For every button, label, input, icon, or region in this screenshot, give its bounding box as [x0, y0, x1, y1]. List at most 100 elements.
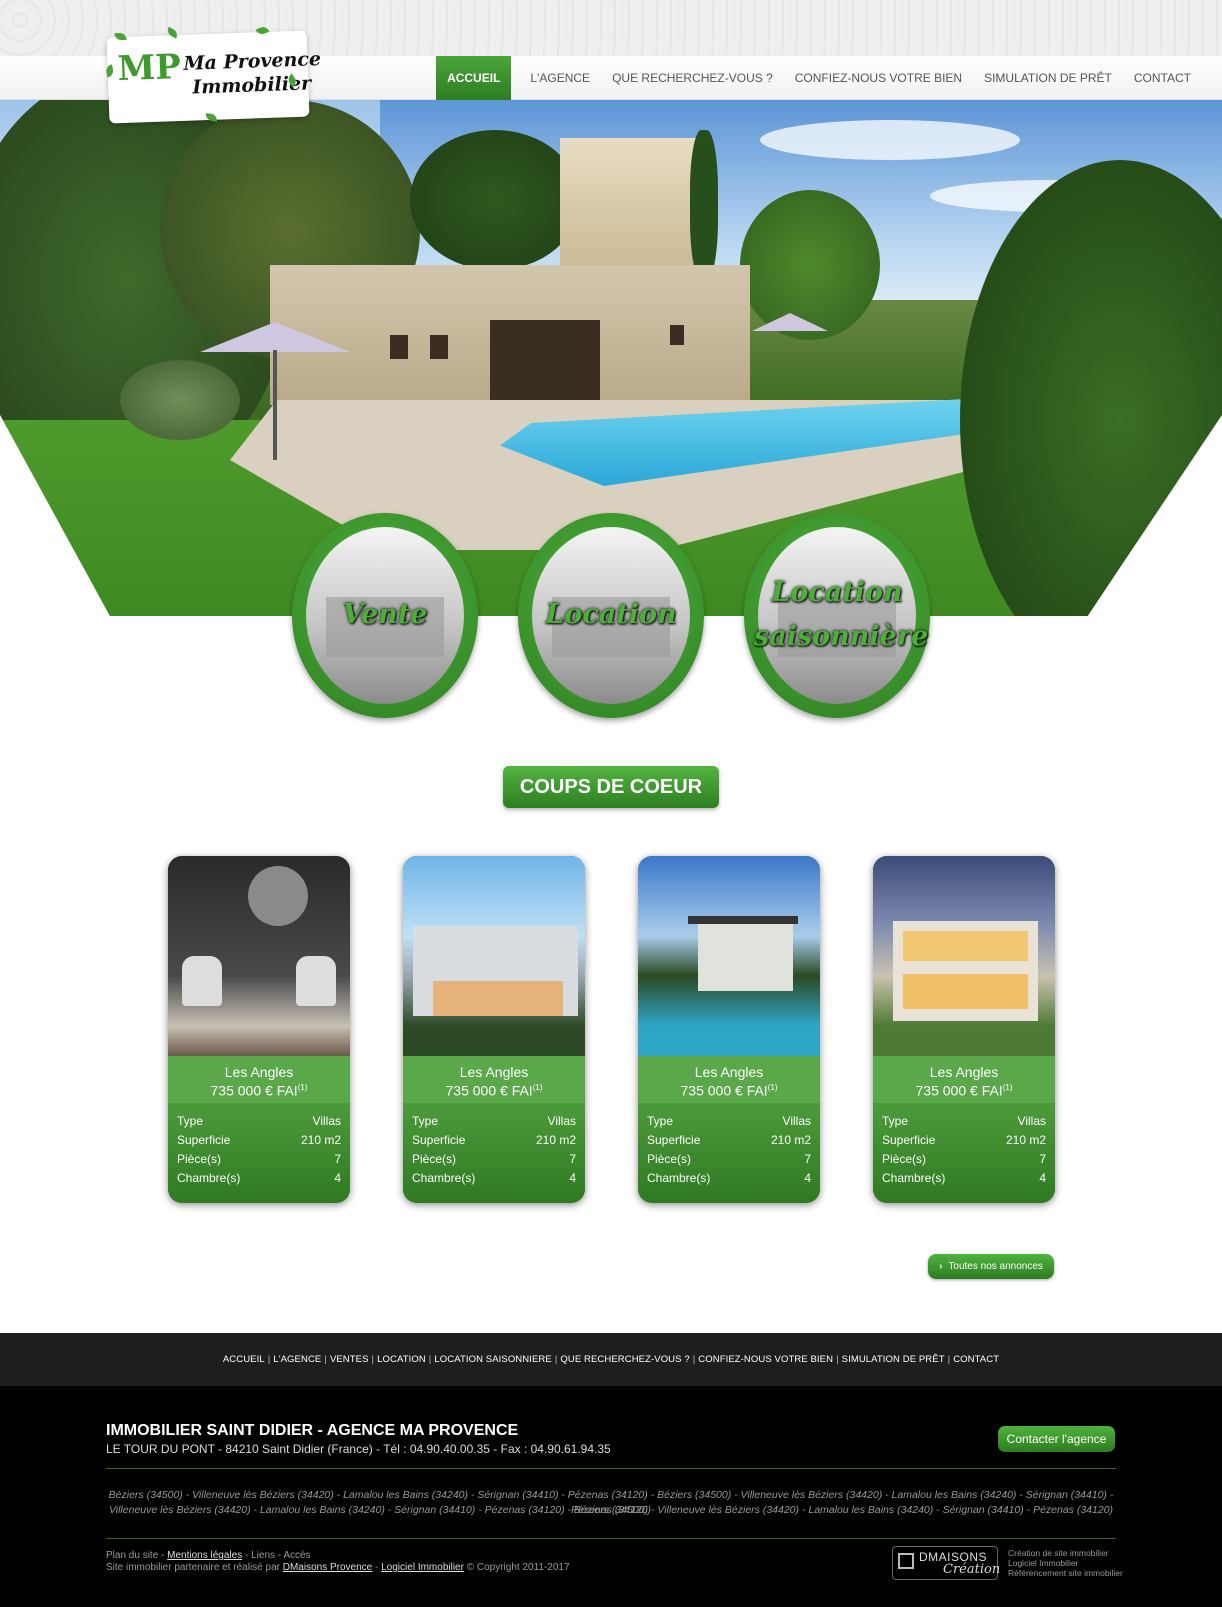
detail-surface: 210 m2: [535, 1133, 576, 1147]
badge-bottom: Création: [943, 1562, 1001, 1577]
detail-surface: 210 m2: [770, 1133, 811, 1147]
listing-card[interactable]: Les Angles 735 000 € FAI(1) Type Villas S…: [168, 856, 350, 1203]
category-vente[interactable]: Vente: [292, 513, 478, 718]
listing-price-block: Les Angles 735 000 € FAI(1): [638, 1056, 820, 1103]
dmaisons-badge[interactable]: DMAISONS Création: [892, 1546, 1001, 1580]
site-logo[interactable]: MP Ma Provence Immobilier: [105, 25, 321, 124]
listing-price-block: Les Angles 735 000 € FAI(1): [168, 1056, 350, 1103]
category-vente-label: Vente: [342, 599, 428, 630]
listing-details: Type Villas Superficie 210 m2 Pièce(s) 7 Ch…: [403, 1103, 585, 1203]
hero-cloud: [760, 120, 1020, 160]
footer-link-contact[interactable]: CONTACT: [953, 1354, 999, 1365]
detail-type: Villas: [547, 1114, 576, 1128]
agency-title: IMMOBILIER SAINT DIDIER - AGENCE MA PROV…: [106, 1422, 519, 1439]
plan-link[interactable]: Plan du site: [106, 1550, 158, 1561]
detail-label: Superficie: [882, 1133, 936, 1147]
leaf-icon: [105, 64, 115, 78]
hero-cypress: [690, 130, 718, 280]
detail-label: Type: [177, 1114, 204, 1128]
category-location-saisonniere[interactable]: Location saisonnière: [744, 513, 930, 718]
listing-city: Les Angles: [694, 1064, 764, 1080]
listing-price: 735 000 € FAI: [915, 1082, 1003, 1099]
nav-contact[interactable]: CONTACT: [1123, 56, 1202, 100]
footer-link-ventes[interactable]: VENTES: [330, 1354, 369, 1365]
hero-tree: [410, 130, 580, 270]
all-listings-label: Toutes nos annonces: [948, 1261, 1043, 1272]
liens-link[interactable]: Liens: [251, 1550, 275, 1561]
listing-image: [168, 856, 350, 1056]
detail-label: Type: [412, 1114, 439, 1128]
page: MP Ma Provence Immobilier ACCUEIL L'AGEN…: [0, 0, 1222, 1607]
main-nav: ACCUEIL L'AGENCE QUE RECHERCHEZ-VOUS ? C…: [436, 56, 1202, 100]
detail-label: Chambre(s): [177, 1171, 241, 1185]
listing-card[interactable]: Les Angles 735 000 € FAI(1) Type Villas S…: [873, 856, 1055, 1203]
acces-link[interactable]: Accès: [283, 1550, 310, 1561]
agency-address: LE TOUR DU PONT - 84210 Saint Didier (Fr…: [106, 1442, 611, 1456]
hero-shrub: [120, 360, 240, 440]
detail-rooms: 7: [334, 1152, 341, 1166]
listing-city: Les Angles: [224, 1064, 294, 1080]
detail-type: Villas: [1017, 1114, 1046, 1128]
listing-price: 735 000 € FAI: [210, 1082, 298, 1099]
mentions-link[interactable]: Mentions légales: [167, 1550, 242, 1561]
service-3: Référencement site immobilier: [1008, 1568, 1123, 1578]
footer-link-confiez[interactable]: CONFIEZ-NOUS VOTRE BIEN: [698, 1354, 833, 1365]
detail-bedrooms: 4: [569, 1171, 576, 1185]
logo-mark-icon: MP: [116, 46, 182, 90]
service-2: Logiciel Immobilier: [1008, 1558, 1079, 1568]
contact-agency-button[interactable]: Contacter l'agence: [998, 1426, 1115, 1452]
detail-label: Type: [882, 1114, 909, 1128]
detail-label: Chambre(s): [882, 1171, 946, 1185]
detail-label: Pièce(s): [177, 1152, 222, 1166]
hero-house: [270, 265, 750, 405]
service-1: Création de site immobilier: [1008, 1548, 1109, 1558]
category-saisonniere-label: Location saisonnière: [754, 577, 929, 652]
nav-recherche[interactable]: QUE RECHERCHEZ-VOUS ?: [601, 56, 784, 100]
detail-bedrooms: 4: [1039, 1171, 1046, 1185]
dmaisons-link[interactable]: DMaisons Provence: [283, 1562, 372, 1573]
hero-tree: [740, 190, 880, 340]
dmaisons-services: Création de site immobilier Logiciel Imm…: [1008, 1548, 1123, 1578]
chevron-right-icon: ›: [939, 1261, 943, 1272]
listing-image: [403, 856, 585, 1056]
footer-nav: ACCUEIL | L'AGENCE | VENTES | LOCATION | LOCATIO…: [0, 1333, 1222, 1386]
footer-link-recherche[interactable]: QUE RECHERCHEZ-VOUS ?: [560, 1354, 689, 1365]
listing-details: Type Villas Superficie 210 m2 Pièce(s) 7 Ch…: [873, 1103, 1055, 1203]
footer-link-agence[interactable]: L'AGENCE: [273, 1354, 321, 1365]
footer-link-accueil[interactable]: ACCUEIL: [223, 1354, 265, 1365]
listing-image: [873, 856, 1055, 1056]
all-listings-button[interactable]: › Toutes nos annonces: [928, 1254, 1054, 1279]
footer: IMMOBILIER SAINT DIDIER - AGENCE MA PROV…: [0, 1386, 1222, 1607]
listing-card[interactable]: Les Angles 735 000 € FAI(1) Type Villas S…: [638, 856, 820, 1203]
listing-card[interactable]: Les Angles 735 000 € FAI(1) Type Villas S…: [403, 856, 585, 1203]
nav-agence[interactable]: L'AGENCE: [519, 56, 601, 100]
footer-link-location[interactable]: LOCATION: [377, 1354, 426, 1365]
detail-surface: 210 m2: [300, 1133, 341, 1147]
listing-price-block: Les Angles 735 000 € FAI(1): [873, 1056, 1055, 1103]
listing-note: (1): [532, 1083, 543, 1092]
category-location[interactable]: Location: [518, 513, 704, 718]
nav-confiez[interactable]: CONFIEZ-NOUS VOTRE BIEN: [784, 56, 973, 100]
listing-price: 735 000 € FAI: [445, 1082, 533, 1099]
hero-house-window: [430, 335, 448, 359]
listing-note: (1): [1002, 1083, 1013, 1092]
hero-house-door: [490, 320, 600, 400]
detail-type: Villas: [782, 1114, 811, 1128]
house-icon: [898, 1553, 914, 1569]
listing-note: (1): [767, 1083, 778, 1092]
detail-type: Villas: [312, 1114, 341, 1128]
umbrella-pole: [273, 350, 277, 460]
hero-house-window: [670, 325, 684, 345]
cities-line-2: Villeneuve lès Béziers (34420) - Lamalou…: [108, 1504, 1114, 1516]
detail-label: Pièce(s): [412, 1152, 457, 1166]
nav-simulation[interactable]: SIMULATION DE PRÊT: [973, 56, 1123, 100]
detail-rooms: 7: [569, 1152, 576, 1166]
logiciel-link[interactable]: Logiciel Immobilier: [381, 1562, 464, 1573]
listing-price-block: Les Angles 735 000 € FAI(1): [403, 1056, 585, 1103]
footer-divider: [106, 1538, 1116, 1539]
nav-accueil[interactable]: ACCUEIL: [436, 56, 512, 100]
hero-house-upper: [560, 138, 710, 268]
detail-bedrooms: 4: [804, 1171, 811, 1185]
footer-link-simulation[interactable]: SIMULATION DE PRÊT: [842, 1354, 945, 1365]
footer-link-location-saisonniere[interactable]: LOCATION SAISONNIERE: [434, 1354, 551, 1365]
